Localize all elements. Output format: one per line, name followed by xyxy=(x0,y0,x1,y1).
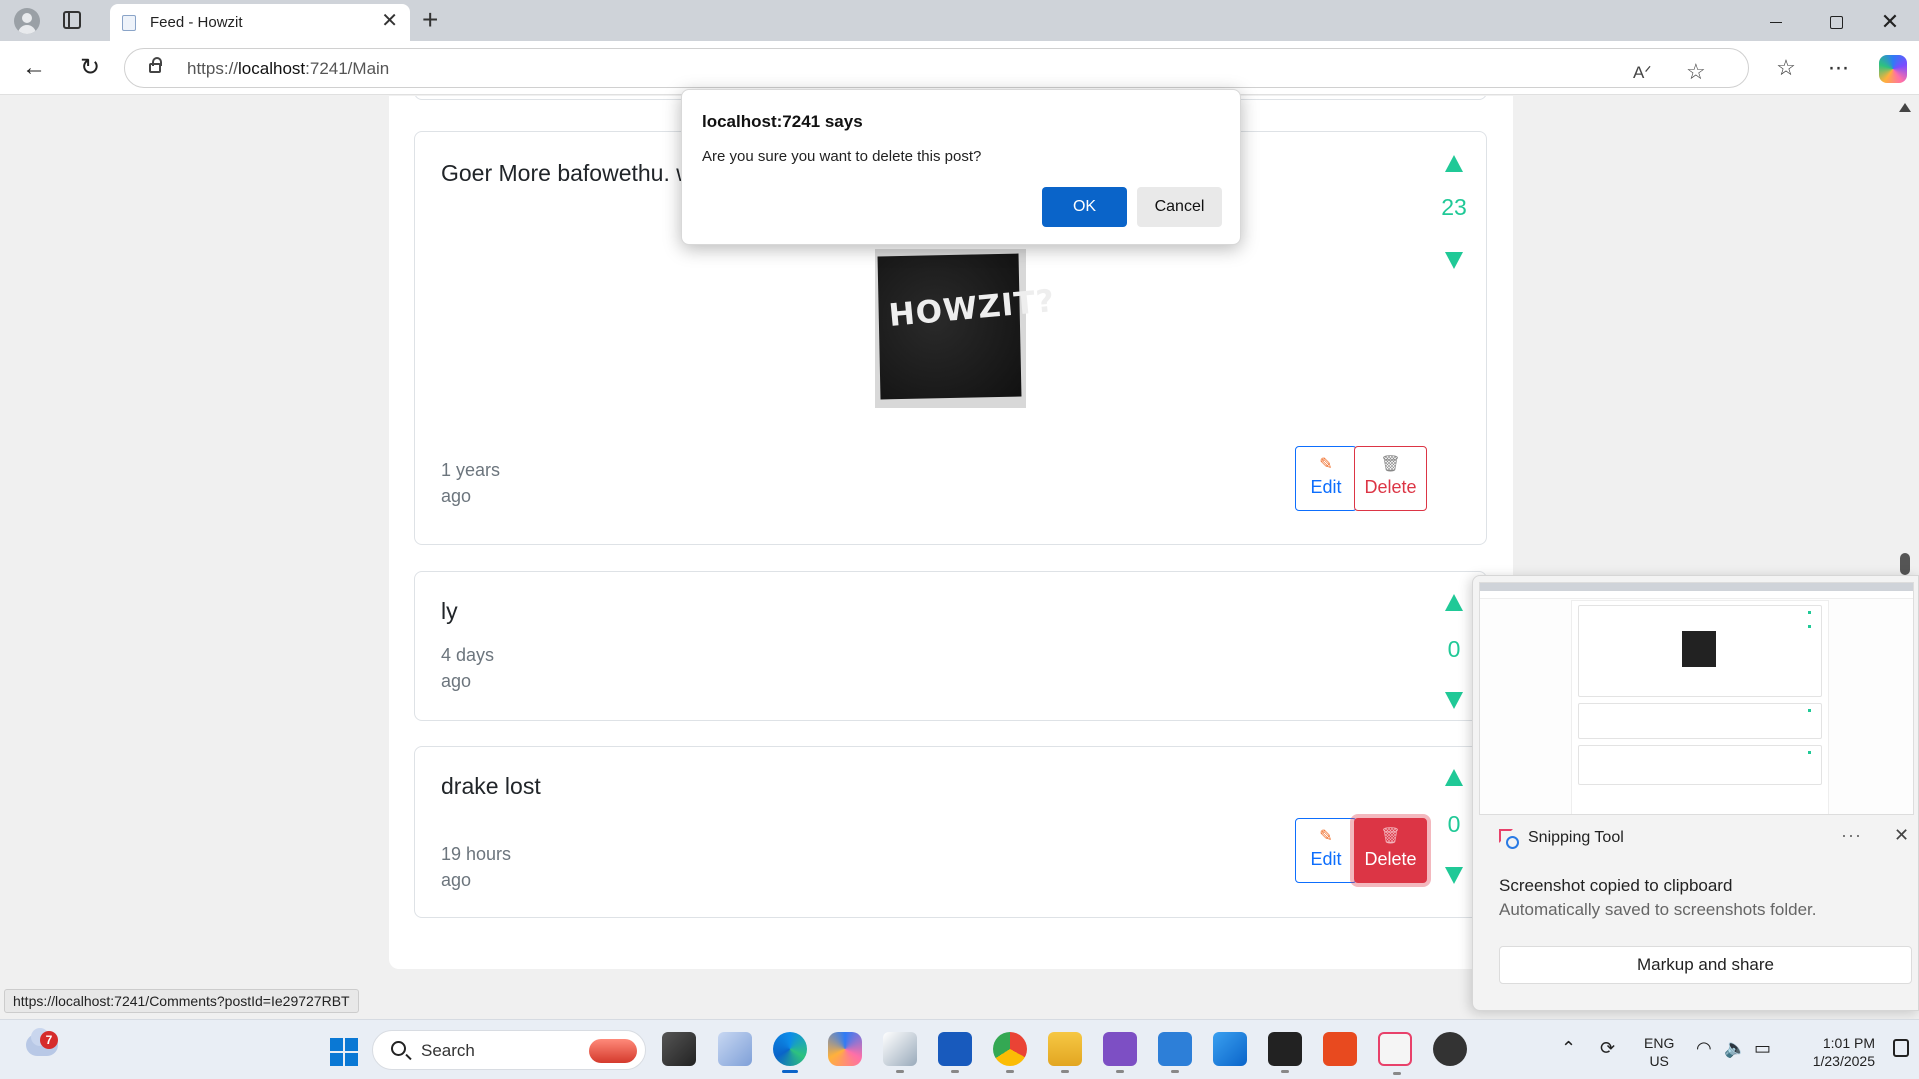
edge-browser-icon[interactable] xyxy=(773,1032,807,1073)
screenshot-thumbnail[interactable] xyxy=(1479,582,1914,815)
edit-button[interactable]: ✎ Edit xyxy=(1295,818,1357,883)
delete-button[interactable]: 🗑 Delete xyxy=(1354,818,1427,883)
vote-count: 23 xyxy=(1441,194,1467,220)
downvote-icon[interactable] xyxy=(1445,867,1463,884)
language-indicator[interactable]: ENG US xyxy=(1644,1034,1674,1070)
trash-icon: 🗑 xyxy=(1380,828,1401,845)
favorites-icon[interactable]: ☆ xyxy=(1770,52,1802,84)
ok-button[interactable]: OK xyxy=(1042,187,1127,227)
more-options-icon[interactable]: ··· xyxy=(1822,52,1854,84)
toast-heading: Screenshot copied to clipboard xyxy=(1499,876,1733,895)
delete-button[interactable]: 🗑 Delete xyxy=(1354,446,1427,511)
edit-label: Edit xyxy=(1310,849,1342,869)
edit-label: Edit xyxy=(1310,477,1342,497)
snipping-tool-icon[interactable] xyxy=(1378,1032,1412,1075)
close-window-button[interactable]: ✕ xyxy=(1867,8,1913,36)
dialog-message: Are you sure you want to delete this pos… xyxy=(702,148,982,165)
visual-studio-icon[interactable] xyxy=(1103,1032,1137,1073)
terminal-icon[interactable] xyxy=(1268,1032,1302,1073)
scroll-up-arrow-icon[interactable] xyxy=(1899,103,1911,112)
clock[interactable]: 1:01 PM 1/23/2025 xyxy=(1795,1034,1875,1070)
media-player-icon[interactable] xyxy=(1433,1032,1467,1066)
word-icon[interactable] xyxy=(938,1032,972,1073)
favorite-star-icon[interactable]: ☆ xyxy=(1686,59,1706,85)
tab-close-icon[interactable]: ✕ xyxy=(381,11,398,31)
browser-tab-bar: Feed - Howzit ✕ + ✕ xyxy=(0,0,1919,41)
widgets-app-icon[interactable] xyxy=(718,1032,752,1066)
upvote-icon[interactable] xyxy=(1445,594,1463,611)
taskbar: 7 Search ⌃ ⟳ ENG US ◠ 🔈 ▭ 1:01 PM 1/23/2… xyxy=(0,1019,1919,1079)
office-icon[interactable] xyxy=(1323,1032,1357,1066)
toast-app-name: Snipping Tool xyxy=(1528,829,1624,846)
upvote-icon[interactable] xyxy=(1445,769,1463,786)
post-text: ly xyxy=(441,598,458,624)
post-text: drake lost xyxy=(441,773,541,799)
sync-icon[interactable]: ⟳ xyxy=(1600,1038,1615,1059)
weather-badge: 7 xyxy=(40,1031,58,1049)
notepad-icon[interactable] xyxy=(1158,1032,1192,1073)
page-favicon-icon xyxy=(122,15,136,31)
confirm-dialog: localhost:7241 says Are you sure you wan… xyxy=(681,89,1241,245)
chrome-icon[interactable] xyxy=(993,1032,1027,1073)
scrollbar-thumb[interactable] xyxy=(1900,553,1910,575)
snipping-tool-notification: Snipping Tool ··· ✕ Screenshot copied to… xyxy=(1472,575,1919,1011)
read-aloud-icon[interactable]: Aᐟ xyxy=(1633,63,1652,83)
pencil-icon: ✎ xyxy=(1319,456,1333,473)
profile-icon[interactable] xyxy=(14,8,40,34)
downvote-icon[interactable] xyxy=(1445,252,1463,269)
delete-label: Delete xyxy=(1364,477,1417,497)
upvote-icon[interactable] xyxy=(1445,155,1463,172)
tab-actions-icon[interactable] xyxy=(63,11,81,29)
chevron-up-icon[interactable]: ⌃ xyxy=(1561,1038,1576,1059)
search-icon xyxy=(391,1041,406,1056)
delete-label: Delete xyxy=(1364,849,1417,869)
back-arrow-icon[interactable]: ← xyxy=(18,52,50,84)
copilot-icon[interactable] xyxy=(1879,55,1907,83)
url-text: https://localhost:7241/Main xyxy=(187,59,390,78)
markup-and-share-button[interactable]: Markup and share xyxy=(1499,946,1912,984)
post-image: HOWZIT? xyxy=(875,249,1057,408)
file-explorer-icon[interactable] xyxy=(1048,1032,1082,1073)
dialog-title: localhost:7241 says xyxy=(702,112,863,131)
snipping-tool-icon xyxy=(1499,829,1519,849)
post-timestamp: 19 hours ago xyxy=(441,844,512,890)
address-bar-row: ← ↻ https://localhost:7241/Main Aᐟ ☆ ☆ ·… xyxy=(0,41,1919,95)
url-input[interactable]: https://localhost:7241/Main Aᐟ ☆ xyxy=(124,48,1749,88)
trash-icon: 🗑 xyxy=(1380,456,1401,473)
battery-icon[interactable]: ▭ xyxy=(1754,1038,1771,1059)
browser-tab[interactable]: Feed - Howzit ✕ xyxy=(110,4,410,41)
wifi-icon[interactable]: ◠ xyxy=(1696,1038,1712,1059)
volume-icon[interactable]: 🔈 xyxy=(1724,1038,1746,1059)
close-icon[interactable]: ✕ xyxy=(1894,825,1909,846)
copilot-app-icon[interactable] xyxy=(828,1032,862,1066)
image-caption: HOWZIT? xyxy=(887,283,1057,335)
notification-icon[interactable] xyxy=(1893,1039,1909,1057)
post-card: drake lost 19 hours ago 0 ✎ Edit 🗑 Delet… xyxy=(414,746,1487,918)
post-timestamp: 4 days ago xyxy=(441,645,495,691)
post-timestamp: 1 years ago xyxy=(441,460,501,506)
toast-subtext: Automatically saved to screenshots folde… xyxy=(1499,900,1817,919)
tab-title: Feed - Howzit xyxy=(150,14,243,31)
search-label: Search xyxy=(421,1041,475,1060)
downvote-icon[interactable] xyxy=(1445,692,1463,709)
post-card: ly 4 days ago 0 xyxy=(414,571,1487,721)
cancel-button[interactable]: Cancel xyxy=(1137,187,1222,227)
taskbar-search-input[interactable]: Search xyxy=(372,1030,646,1070)
edit-button[interactable]: ✎ Edit xyxy=(1295,446,1357,511)
app-icon[interactable] xyxy=(883,1032,917,1073)
pencil-icon: ✎ xyxy=(1319,828,1333,845)
minimize-window-button[interactable] xyxy=(1752,8,1798,36)
reload-icon[interactable]: ↻ xyxy=(74,52,106,84)
start-button[interactable] xyxy=(330,1038,358,1066)
more-options-icon[interactable]: ··· xyxy=(1841,825,1862,846)
search-highlight-icon xyxy=(589,1039,637,1063)
photos-icon[interactable] xyxy=(1213,1032,1247,1066)
lock-icon[interactable] xyxy=(149,57,162,73)
status-bar-url: https://localhost:7241/Comments?postId=I… xyxy=(4,989,359,1013)
task-view-icon[interactable] xyxy=(662,1032,696,1066)
post-text: Goer More bafowethu. w xyxy=(441,160,693,186)
new-tab-icon[interactable]: + xyxy=(422,6,438,34)
restore-window-button[interactable] xyxy=(1812,8,1858,36)
